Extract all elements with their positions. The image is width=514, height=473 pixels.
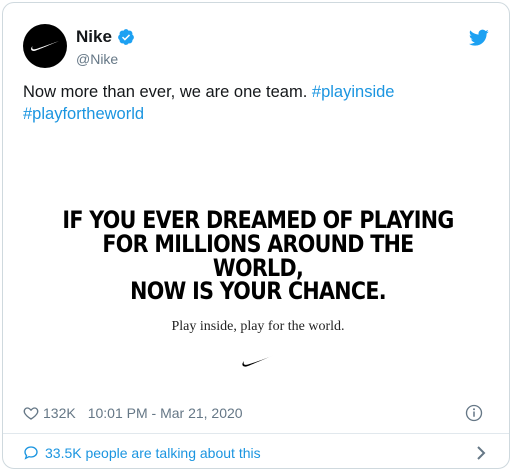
nike-swoosh-icon bbox=[242, 355, 274, 367]
author-name-row[interactable]: Nike bbox=[76, 27, 135, 47]
verified-badge-icon bbox=[118, 29, 134, 45]
tweet-card: Nike @Nike Now more than ever, we are on… bbox=[2, 2, 510, 469]
chevron-right-icon[interactable] bbox=[475, 445, 487, 461]
headline-line-2: FOR MILLIONS AROUND THE WORLD, bbox=[102, 230, 414, 282]
tweet-text: Now more than ever, we are one team. #pl… bbox=[23, 81, 493, 125]
headline-line-1: IF YOU EVER DREAMED OF PLAYING bbox=[62, 206, 454, 234]
tweet-body: Now more than ever, we are one team. bbox=[23, 83, 308, 101]
avatar[interactable] bbox=[23, 24, 67, 68]
people-talking-text[interactable]: 33.5K people are talking about this bbox=[45, 445, 261, 461]
people-talking-link[interactable]: 33.5K people are talking about this bbox=[23, 443, 493, 463]
media-tagline: Play inside, play for the world. bbox=[171, 319, 345, 334]
info-icon[interactable] bbox=[465, 404, 483, 422]
hashtag-playfortheworld[interactable]: #playfortheworld bbox=[23, 105, 144, 123]
author-name[interactable]: Nike bbox=[76, 27, 112, 47]
divider bbox=[3, 433, 509, 434]
speech-bubble-icon bbox=[24, 446, 38, 460]
tweet-timestamp[interactable]: 10:01 PM - Mar 21, 2020 bbox=[88, 405, 243, 421]
nike-swoosh-icon bbox=[31, 41, 59, 51]
heart-icon[interactable] bbox=[23, 405, 39, 421]
author-handle[interactable]: @Nike bbox=[76, 51, 118, 67]
hashtag-playinside[interactable]: #playinside bbox=[312, 83, 395, 101]
twitter-bird-icon[interactable] bbox=[469, 29, 489, 47]
like-count[interactable]: 132K bbox=[43, 405, 76, 421]
tweet-media-image[interactable]: IF YOU EVER DREAMED OF PLAYING FOR MILLI… bbox=[23, 136, 493, 393]
headline-line-3: NOW IS YOUR CHANCE. bbox=[130, 277, 386, 305]
tweet-meta-row: 132K 10:01 PM - Mar 21, 2020 bbox=[23, 403, 493, 423]
